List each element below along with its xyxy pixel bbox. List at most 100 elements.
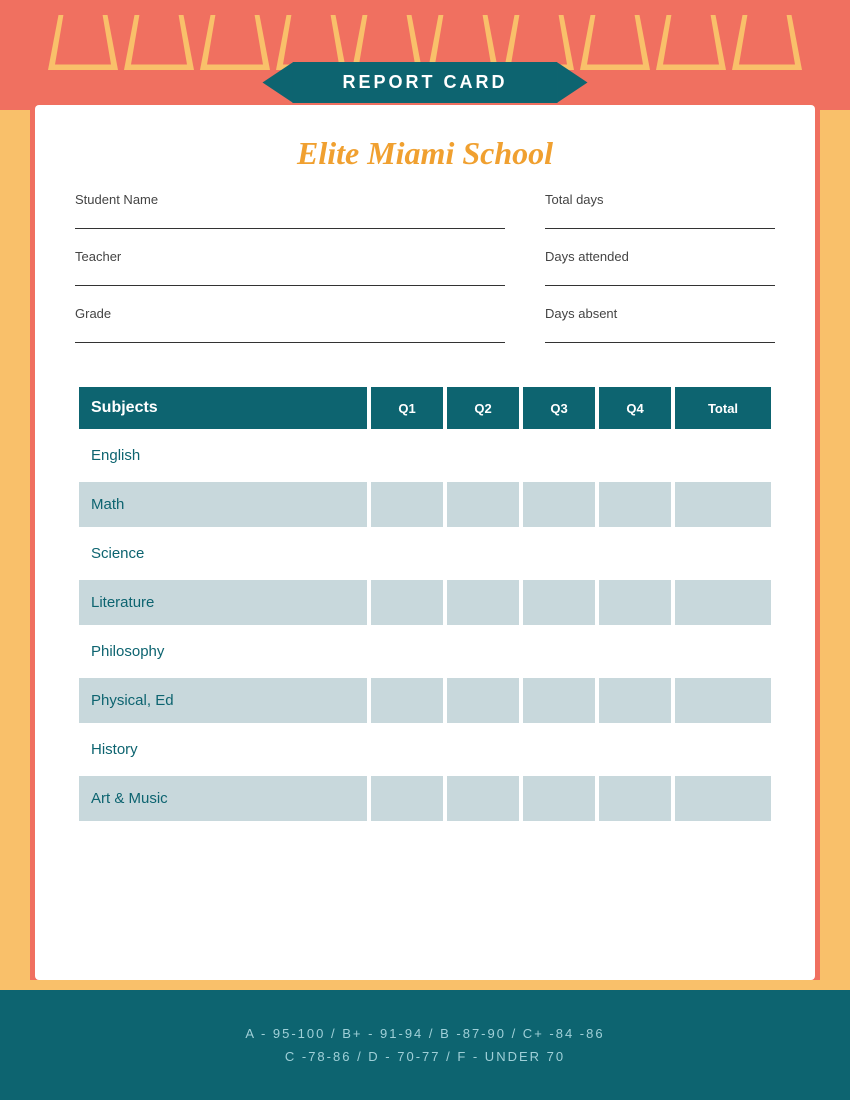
- table-row: History: [79, 727, 771, 772]
- days-attended-label: Days attended: [545, 249, 775, 264]
- grade-cell: [599, 629, 671, 674]
- q2-header: Q2: [447, 387, 519, 429]
- subject-cell: Math: [79, 482, 367, 527]
- top-pattern: [0, 0, 850, 70]
- table-row: Physical, Ed: [79, 678, 771, 723]
- teacher-line: [75, 268, 505, 286]
- geo-shape: [580, 15, 650, 70]
- grade-cell: [447, 727, 519, 772]
- footer-line2: C -78-86 / D - 70-77 / F - UNDER 70: [285, 1049, 565, 1064]
- grade-cell: [523, 678, 595, 723]
- grade-cell: [599, 531, 671, 576]
- subject-cell: English: [79, 433, 367, 478]
- subject-cell: Science: [79, 531, 367, 576]
- left-decoration: [0, 110, 30, 990]
- table-row: Math: [79, 482, 771, 527]
- grade-cell: [447, 482, 519, 527]
- total-header: Total: [675, 387, 771, 429]
- grade-cell: [523, 433, 595, 478]
- grade-cell: [675, 482, 771, 527]
- info-left: Student Name Teacher Grade: [75, 192, 505, 363]
- subject-cell: Philosophy: [79, 629, 367, 674]
- grade-cell: [447, 433, 519, 478]
- grade-cell: [523, 580, 595, 625]
- grade-cell: [599, 678, 671, 723]
- grade-cell: [523, 629, 595, 674]
- grades-section: Subjects Q1 Q2 Q3 Q4 Total EnglishMathSc…: [35, 383, 815, 825]
- table-row: Art & Music: [79, 776, 771, 821]
- days-absent-field: Days absent: [545, 306, 775, 343]
- grade-cell: [523, 727, 595, 772]
- bottom-pattern: [0, 980, 850, 990]
- report-card-banner: REPORT CARD: [262, 62, 587, 103]
- grade-cell: [523, 531, 595, 576]
- grade-cell: [675, 776, 771, 821]
- table-row: Philosophy: [79, 629, 771, 674]
- grade-cell: [371, 482, 443, 527]
- days-attended-field: Days attended: [545, 249, 775, 286]
- grade-cell: [371, 678, 443, 723]
- banner-right-wing: [558, 63, 588, 103]
- total-days-line: [545, 211, 775, 229]
- footer-line1: A - 95-100 / B+ - 91-94 / B -87-90 / C+ …: [245, 1026, 604, 1041]
- grade-cell: [371, 580, 443, 625]
- geo-shape: [200, 15, 270, 70]
- geo-shape: [48, 15, 118, 70]
- grade-cell: [371, 727, 443, 772]
- table-row: Science: [79, 531, 771, 576]
- teacher-label: Teacher: [75, 249, 505, 264]
- banner-title: REPORT CARD: [342, 72, 507, 92]
- grade-cell: [675, 678, 771, 723]
- grade-cell: [371, 433, 443, 478]
- table-header-row: Subjects Q1 Q2 Q3 Q4 Total: [79, 387, 771, 429]
- teacher-field: Teacher: [75, 249, 505, 286]
- grade-cell: [599, 776, 671, 821]
- grade-field: Grade: [75, 306, 505, 343]
- days-absent-line: [545, 325, 775, 343]
- geo-shape: [124, 15, 194, 70]
- grade-cell: [675, 727, 771, 772]
- subject-cell: History: [79, 727, 367, 772]
- grade-cell: [675, 580, 771, 625]
- banner-left-wing: [262, 63, 292, 103]
- school-name: Elite Miami School: [35, 105, 815, 192]
- student-name-label: Student Name: [75, 192, 505, 207]
- grade-cell: [523, 776, 595, 821]
- grade-cell: [599, 433, 671, 478]
- q1-header: Q1: [371, 387, 443, 429]
- days-absent-label: Days absent: [545, 306, 775, 321]
- subjects-header: Subjects: [79, 387, 367, 429]
- info-right: Total days Days attended Days absent: [545, 192, 775, 363]
- banner-body: REPORT CARD: [292, 62, 557, 103]
- student-name-line: [75, 211, 505, 229]
- grade-label: Grade: [75, 306, 505, 321]
- grade-cell: [371, 776, 443, 821]
- subject-cell: Physical, Ed: [79, 678, 367, 723]
- grade-cell: [599, 580, 671, 625]
- right-decoration: [820, 110, 850, 990]
- grade-cell: [371, 629, 443, 674]
- info-section: Student Name Teacher Grade Total days Da…: [35, 192, 815, 363]
- geo-shape: [732, 15, 802, 70]
- grade-cell: [371, 531, 443, 576]
- grade-cell: [447, 776, 519, 821]
- q4-header: Q4: [599, 387, 671, 429]
- grade-cell: [447, 678, 519, 723]
- grades-table: Subjects Q1 Q2 Q3 Q4 Total EnglishMathSc…: [75, 383, 775, 825]
- q3-header: Q3: [523, 387, 595, 429]
- grade-cell: [675, 629, 771, 674]
- grade-cell: [599, 727, 671, 772]
- grade-cell: [447, 629, 519, 674]
- subject-cell: Art & Music: [79, 776, 367, 821]
- grade-cell: [447, 580, 519, 625]
- grade-cell: [675, 433, 771, 478]
- total-days-label: Total days: [545, 192, 775, 207]
- grade-line: [75, 325, 505, 343]
- table-row: English: [79, 433, 771, 478]
- days-attended-line: [545, 268, 775, 286]
- main-card: Elite Miami School Student Name Teacher …: [35, 105, 815, 980]
- table-row: Literature: [79, 580, 771, 625]
- subject-cell: Literature: [79, 580, 367, 625]
- grade-cell: [447, 531, 519, 576]
- total-days-field: Total days: [545, 192, 775, 229]
